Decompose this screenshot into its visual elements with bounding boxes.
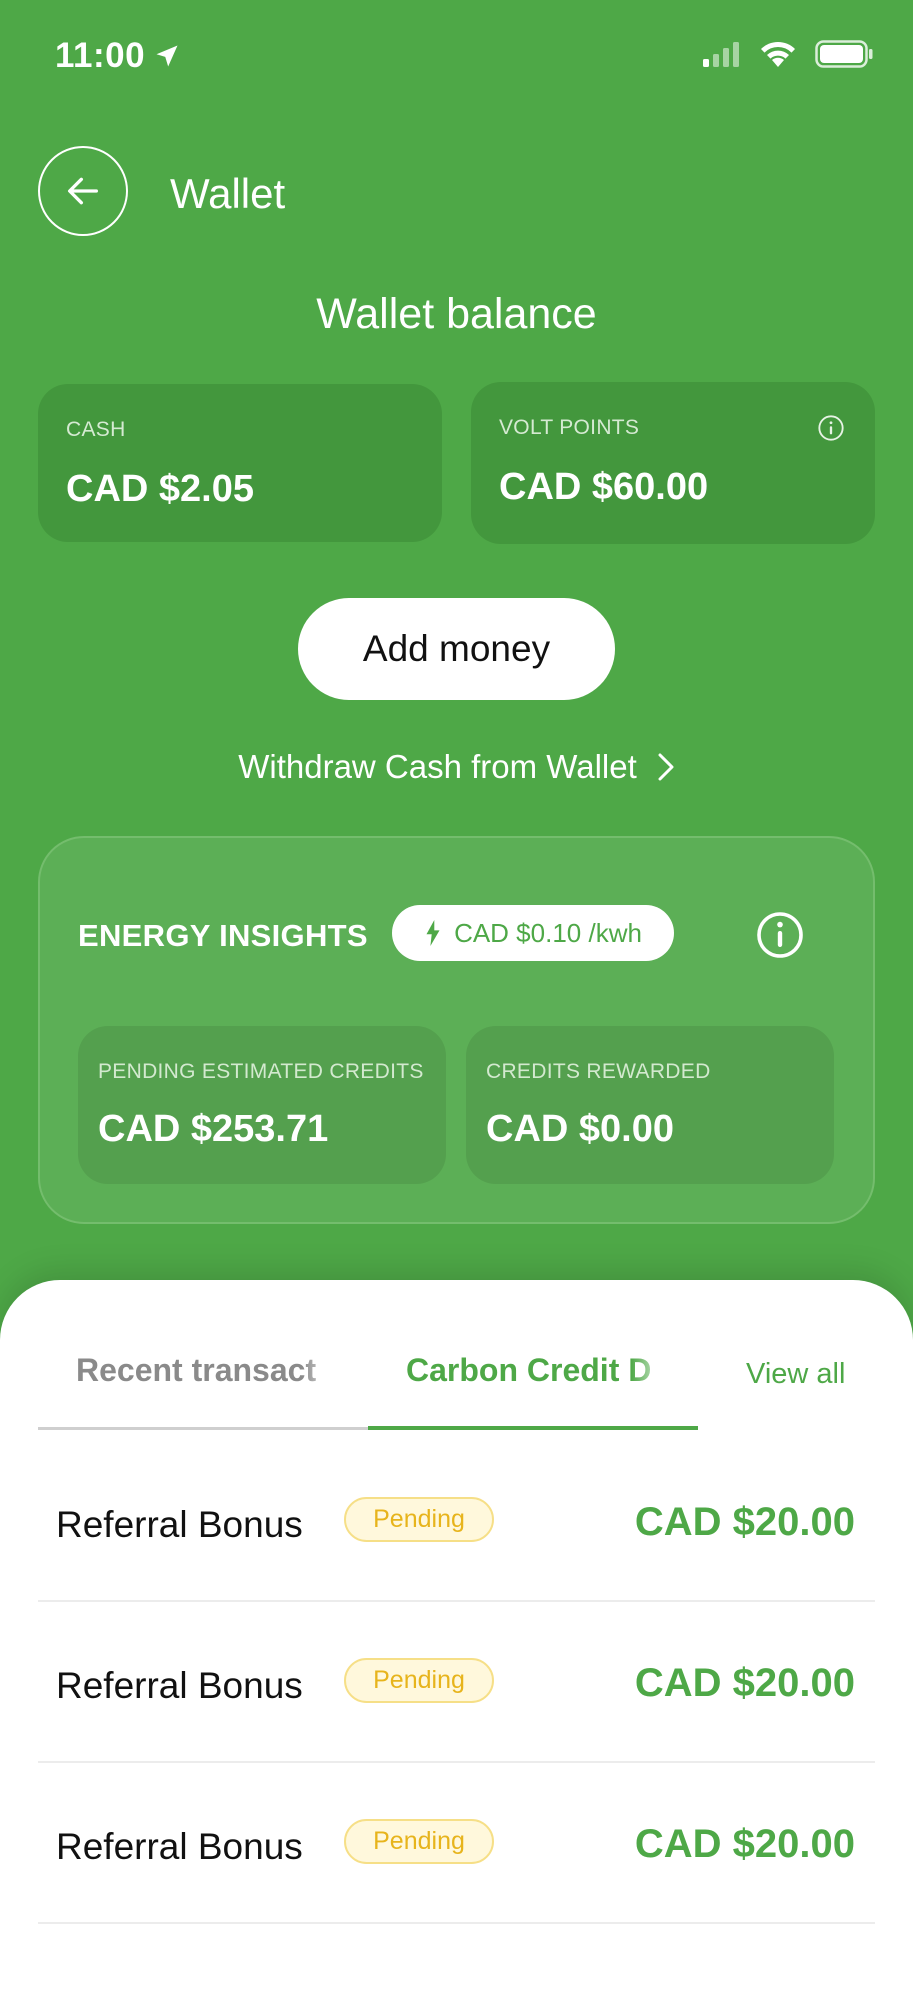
tab-fade <box>302 1345 342 1395</box>
status-badge: Pending <box>344 1819 494 1864</box>
energy-insights-title: ENERGY INSIGHTS <box>78 918 368 953</box>
status-badge: Pending <box>344 1658 494 1703</box>
transaction-name: Referral Bonus <box>56 1826 303 1867</box>
page-title: Wallet <box>170 170 286 217</box>
credits-rewarded-label: CREDITS REWARDED <box>486 1060 711 1083</box>
transaction-row[interactable]: Referral Bonus Pending CAD $20.00 <box>38 1442 875 1602</box>
withdraw-cash-label: Withdraw Cash from Wallet <box>238 748 637 785</box>
volt-points-label: VOLT POINTS <box>499 416 640 439</box>
transaction-name: Referral Bonus <box>56 1504 303 1545</box>
back-button[interactable] <box>38 146 128 236</box>
chevron-right-icon <box>658 753 674 781</box>
energy-insights-info-icon[interactable] <box>756 911 804 959</box>
credits-rewarded-value: CAD $0.00 <box>486 1108 674 1150</box>
tab-carbon-credit[interactable]: Carbon Credit D <box>406 1352 661 1389</box>
lightning-icon <box>426 920 440 946</box>
energy-rate-badge: CAD $0.10 /kwh <box>392 905 674 961</box>
back-arrow-icon <box>68 177 99 205</box>
pending-credits-card: PENDING ESTIMATED CREDITS CAD $253.71 <box>78 1026 446 1184</box>
cash-label: CASH <box>66 418 126 441</box>
view-all-link[interactable]: View all <box>746 1358 845 1391</box>
wifi-icon <box>761 41 795 67</box>
transaction-amount: CAD $20.00 <box>634 1822 855 1866</box>
transaction-amount: CAD $20.00 <box>634 1500 855 1544</box>
status-badge: Pending <box>344 1497 494 1542</box>
tab-underline-inactive <box>38 1427 368 1430</box>
volt-points-value: CAD $60.00 <box>499 466 709 508</box>
status-time-text: 11:00 <box>55 36 146 75</box>
add-money-button[interactable]: Add money <box>298 598 615 700</box>
energy-rate-text: CAD $0.10 /kwh <box>454 917 642 948</box>
tab-recent-transactions[interactable]: Recent transact <box>76 1352 332 1389</box>
status-bar-time: 11:00 <box>55 36 181 76</box>
cash-value: CAD $2.05 <box>66 468 254 510</box>
transaction-name: Referral Bonus <box>56 1665 303 1706</box>
status-bar-indicators <box>703 40 873 68</box>
volt-points-info-icon[interactable] <box>817 414 845 442</box>
cellular-signal-icon <box>703 42 739 67</box>
location-arrow-icon <box>156 45 178 67</box>
tab-underline-active <box>368 1426 698 1430</box>
tab-fade <box>631 1345 671 1395</box>
pending-credits-value: CAD $253.71 <box>98 1108 329 1150</box>
battery-icon <box>815 40 873 68</box>
transaction-row[interactable]: Referral Bonus Pending CAD $20.00 <box>38 1764 875 1924</box>
credits-rewarded-card: CREDITS REWARDED CAD $0.00 <box>466 1026 834 1184</box>
pending-credits-label: PENDING ESTIMATED CREDITS <box>98 1060 424 1083</box>
cash-balance-card: CASH CAD $2.05 <box>38 384 442 542</box>
withdraw-cash-link[interactable]: Withdraw Cash from Wallet <box>0 748 913 786</box>
transaction-amount: CAD $20.00 <box>634 1661 855 1705</box>
transaction-row[interactable]: Referral Bonus Pending CAD $20.00 <box>38 1603 875 1763</box>
volt-points-card: VOLT POINTS CAD $60.00 <box>471 382 875 544</box>
wallet-balance-heading: Wallet balance <box>316 290 597 338</box>
